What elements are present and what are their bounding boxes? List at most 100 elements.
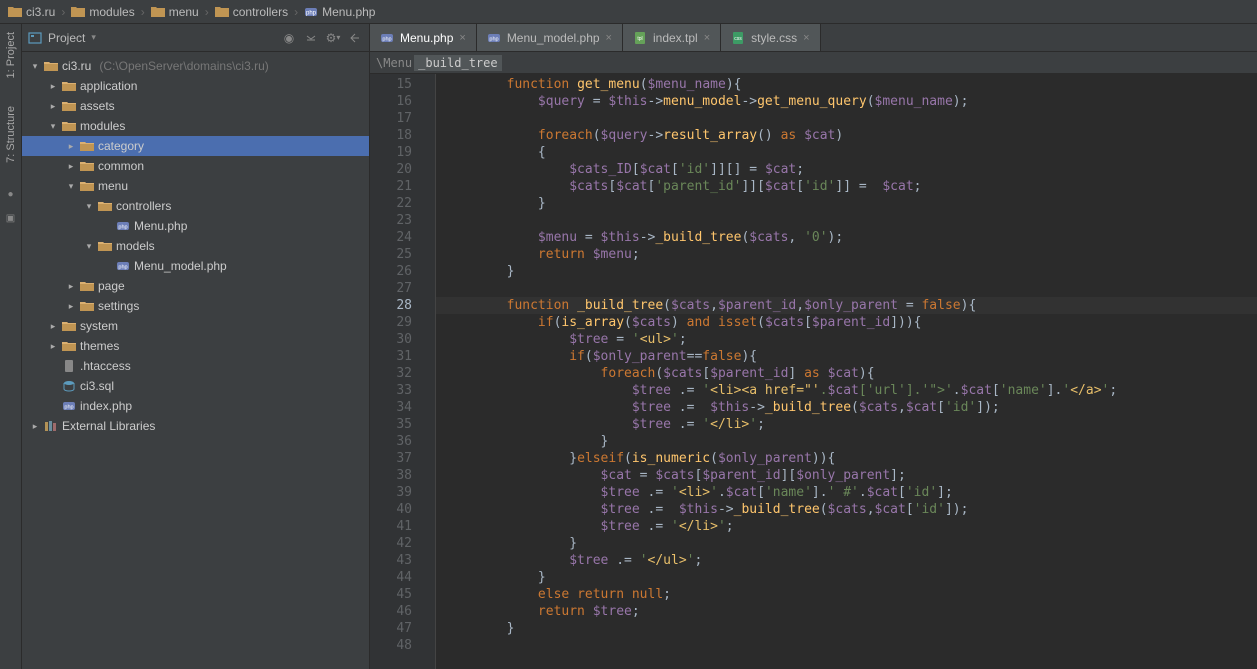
close-icon[interactable]: × <box>606 32 612 44</box>
code-line[interactable]: $tree .= $this->_build_tree($cats,$cat['… <box>436 501 1257 518</box>
tree-item-label: system <box>80 319 118 333</box>
close-icon[interactable]: × <box>704 32 710 44</box>
tree-item-external-libraries[interactable]: ▸External Libraries <box>22 416 369 436</box>
code-line[interactable]: $tree .= $this->_build_tree($cats,$cat['… <box>436 399 1257 416</box>
code-line[interactable] <box>436 280 1257 297</box>
code-line[interactable] <box>436 212 1257 229</box>
tree-item-label: models <box>116 239 155 253</box>
code-line[interactable]: } <box>436 620 1257 637</box>
tree-arrow-icon: ▾ <box>30 61 40 72</box>
code-line[interactable]: else return null; <box>436 586 1257 603</box>
tree-item--htaccess[interactable]: .htaccess <box>22 356 369 376</box>
code-line[interactable]: } <box>436 433 1257 450</box>
code-line[interactable]: function get_menu($menu_name){ <box>436 76 1257 93</box>
code-line[interactable]: } <box>436 569 1257 586</box>
marker-column <box>422 74 436 669</box>
project-sidebar: Project ▾ ◉ ⚙▾ ▾ci3.ru(C:\OpenServer\dom… <box>22 24 370 669</box>
sidebar-title[interactable]: Project ▾ <box>28 31 96 45</box>
crumb-1[interactable]: modules <box>69 5 136 19</box>
tree-item-category[interactable]: ▸category <box>22 136 369 156</box>
close-icon[interactable]: × <box>803 32 809 44</box>
crumb-0[interactable]: ci3.ru <box>6 5 57 19</box>
code-line[interactable] <box>436 110 1257 127</box>
tree-item-ci3-sql[interactable]: ci3.sql <box>22 376 369 396</box>
close-icon[interactable]: × <box>459 32 465 44</box>
tab-menu-php[interactable]: phpMenu.php× <box>370 24 477 51</box>
crumb-3[interactable]: controllers <box>213 5 290 19</box>
tool-tab-project[interactable]: 1: Project <box>3 28 19 82</box>
hide-icon[interactable] <box>347 30 363 46</box>
code-line[interactable]: $tree .= '<li><a href="'.$cat['url'].'">… <box>436 382 1257 399</box>
editor-breadcrumb[interactable]: \Menu _build_tree <box>370 52 1257 74</box>
gear-icon[interactable]: ⚙▾ <box>325 30 341 46</box>
scroll-from-source-icon[interactable]: ◉ <box>281 30 297 46</box>
php-icon: php <box>116 219 130 233</box>
code-line[interactable]: { <box>436 144 1257 161</box>
code-line[interactable]: $cats[$cat['parent_id']][$cat['id']] = $… <box>436 178 1257 195</box>
tree-item-models[interactable]: ▾models <box>22 236 369 256</box>
collapse-all-icon[interactable] <box>303 30 319 46</box>
tool-icon-1[interactable]: ● <box>3 187 19 201</box>
tree-arrow-icon: ▸ <box>66 161 76 172</box>
svg-text:tpl: tpl <box>637 36 642 42</box>
code-line[interactable]: $cat = $cats[$parent_id][$only_parent]; <box>436 467 1257 484</box>
tree-item-ci3-ru[interactable]: ▾ci3.ru(C:\OpenServer\domains\ci3.ru) <box>22 56 369 76</box>
crumb-4[interactable]: phpMenu.php <box>302 5 377 19</box>
tree-item-label: External Libraries <box>62 419 155 433</box>
tree-item-label: page <box>98 279 125 293</box>
code-line[interactable]: } <box>436 195 1257 212</box>
code-line[interactable]: if($only_parent==false){ <box>436 348 1257 365</box>
code-line[interactable]: }elseif(is_numeric($only_parent)){ <box>436 450 1257 467</box>
tree-item-controllers[interactable]: ▾controllers <box>22 196 369 216</box>
tree-item-menu_model-php[interactable]: phpMenu_model.php <box>22 256 369 276</box>
tree-arrow-icon: ▾ <box>84 201 94 212</box>
code-line[interactable]: $menu = $this->_build_tree($cats, '0'); <box>436 229 1257 246</box>
svg-text:php: php <box>118 225 127 231</box>
code-line[interactable]: } <box>436 535 1257 552</box>
folder-icon <box>215 6 229 18</box>
code-line[interactable]: foreach($query->result_array() as $cat) <box>436 127 1257 144</box>
code-line[interactable]: $tree = '<ul>'; <box>436 331 1257 348</box>
tree-item-application[interactable]: ▸application <box>22 76 369 96</box>
css-icon: css <box>731 31 745 45</box>
tab-style-css[interactable]: cssstyle.css× <box>721 24 820 51</box>
code-line[interactable]: foreach($cats[$parent_id] as $cat){ <box>436 365 1257 382</box>
tree-arrow-icon: ▾ <box>48 121 58 132</box>
tree-item-label: index.php <box>80 399 132 413</box>
tree-item-menu[interactable]: ▾menu <box>22 176 369 196</box>
tree-item-themes[interactable]: ▸themes <box>22 336 369 356</box>
tree-item-system[interactable]: ▸system <box>22 316 369 336</box>
tree-item-assets[interactable]: ▸assets <box>22 96 369 116</box>
tree-item-page[interactable]: ▸page <box>22 276 369 296</box>
code-line[interactable]: $tree .= '<li>'.$cat['name'].' #'.$cat['… <box>436 484 1257 501</box>
project-tree[interactable]: ▾ci3.ru(C:\OpenServer\domains\ci3.ru)▸ap… <box>22 52 369 669</box>
tree-item-menu-php[interactable]: phpMenu.php <box>22 216 369 236</box>
tree-item-index-php[interactable]: phpindex.php <box>22 396 369 416</box>
code-line[interactable]: return $menu; <box>436 246 1257 263</box>
tab-menu_model-php[interactable]: phpMenu_model.php× <box>477 24 623 51</box>
code-line[interactable]: if(is_array($cats) and isset($cats[$pare… <box>436 314 1257 331</box>
tab-index-tpl[interactable]: tplindex.tpl× <box>623 24 721 51</box>
tree-item-settings[interactable]: ▸settings <box>22 296 369 316</box>
tree-item-label: settings <box>98 299 139 313</box>
code-line[interactable]: } <box>436 263 1257 280</box>
code-content[interactable]: function get_menu($menu_name){ $query = … <box>436 74 1257 669</box>
tool-icon-2[interactable]: ▣ <box>3 211 19 225</box>
svg-text:php: php <box>118 265 127 271</box>
code-line[interactable]: $tree .= '</li>'; <box>436 416 1257 433</box>
tree-item-label: assets <box>80 99 115 113</box>
code-line[interactable]: $tree .= '</li>'; <box>436 518 1257 535</box>
code-line[interactable]: $tree .= '</ul>'; <box>436 552 1257 569</box>
sql-icon <box>62 379 76 393</box>
code-editor[interactable]: 1516171819202122232425262728293031323334… <box>370 74 1257 669</box>
tree-item-common[interactable]: ▸common <box>22 156 369 176</box>
svg-text:php: php <box>489 36 498 42</box>
code-line[interactable]: return $tree; <box>436 603 1257 620</box>
crumb-2[interactable]: menu <box>149 5 201 19</box>
code-line[interactable]: $query = $this->menu_model->get_menu_que… <box>436 93 1257 110</box>
tool-tab-structure[interactable]: 7: Structure <box>3 102 19 167</box>
tree-item-modules[interactable]: ▾modules <box>22 116 369 136</box>
code-line[interactable] <box>436 637 1257 654</box>
code-line[interactable]: function _build_tree($cats,$parent_id,$o… <box>436 297 1257 314</box>
code-line[interactable]: $cats_ID[$cat['id']][] = $cat; <box>436 161 1257 178</box>
